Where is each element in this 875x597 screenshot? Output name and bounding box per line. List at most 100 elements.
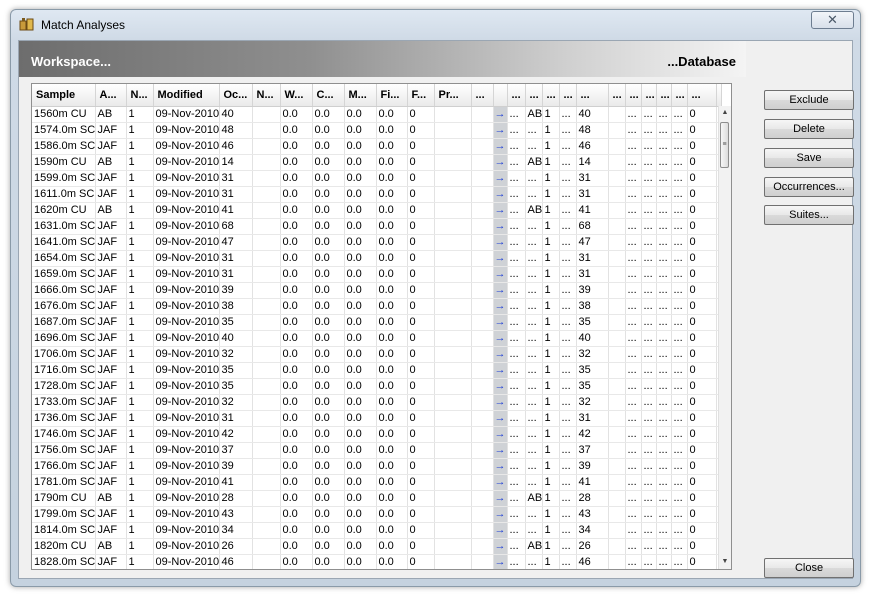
table-row[interactable]: 1590m CU AB 1 09-Nov-2010 14 0.0 0.0 0.0 0.0 0 →..… xyxy=(32,154,722,171)
match-arrow-icon: → xyxy=(493,378,508,395)
table-cell: ... xyxy=(525,410,543,427)
table-cell: 0.0 xyxy=(280,122,313,139)
save-button[interactable]: Save xyxy=(764,148,854,168)
table-row[interactable]: 1620m CU AB 1 09-Nov-2010 41 0.0 0.0 0.0 0.0 0 →..… xyxy=(32,202,722,219)
exclude-button[interactable]: Exclude xyxy=(764,90,854,110)
table-cell: ... xyxy=(625,250,642,267)
table-row[interactable]: 1599.0m SC JAF 1 09-Nov-2010 31 0.0 0.0 0.0 0.0 0… xyxy=(32,170,722,187)
table-row[interactable]: 1676.0m SC JAF 1 09-Nov-2010 38 0.0 0.0 0.0 0.0 0… xyxy=(32,298,722,315)
table-row[interactable]: 1586.0m SC JAF 1 09-Nov-2010 46 0.0 0.0 0.0 0.0 0… xyxy=(32,138,722,155)
table-cell: 32 xyxy=(219,346,253,363)
scroll-up-icon[interactable]: ▲ xyxy=(719,106,731,120)
column-header[interactable]: N... xyxy=(126,84,154,107)
table-row[interactable]: 1781.0m SC JAF 1 09-Nov-2010 41 0.0 0.0 0.0 0.0 0… xyxy=(32,474,722,491)
column-header[interactable] xyxy=(716,84,722,107)
delete-button[interactable]: Delete xyxy=(764,119,854,139)
column-header[interactable] xyxy=(493,84,508,107)
table-cell: 0.0 xyxy=(280,266,313,283)
table-row[interactable]: 1814.0m SC JAF 1 09-Nov-2010 34 0.0 0.0 0.0 0.0 0… xyxy=(32,522,722,539)
table-row[interactable]: 1659.0m SC JAF 1 09-Nov-2010 31 0.0 0.0 0.0 0.0 0… xyxy=(32,266,722,283)
table-cell: JAF xyxy=(95,266,127,283)
column-header[interactable]: W... xyxy=(280,84,313,107)
table-row[interactable]: 1736.0m SC JAF 1 09-Nov-2010 31 0.0 0.0 0.0 0.0 0… xyxy=(32,410,722,427)
table-row[interactable]: 1766.0m SC JAF 1 09-Nov-2010 39 0.0 0.0 0.0 0.0 0… xyxy=(32,458,722,475)
column-header[interactable]: M... xyxy=(344,84,377,107)
table-cell xyxy=(252,186,281,203)
match-arrow-icon: → xyxy=(493,506,508,523)
table-row[interactable]: 1666.0m SC JAF 1 09-Nov-2010 39 0.0 0.0 0.0 0.0 0… xyxy=(32,282,722,299)
table-cell: 47 xyxy=(576,234,609,251)
table-row[interactable]: 1574.0m SC JAF 1 09-Nov-2010 48 0.0 0.0 0.0 0.0 0… xyxy=(32,122,722,139)
column-header[interactable]: ... xyxy=(576,84,609,107)
table-row[interactable]: 1687.0m SC JAF 1 09-Nov-2010 35 0.0 0.0 0.0 0.0 0… xyxy=(32,314,722,331)
column-header[interactable]: ... xyxy=(608,84,626,107)
match-arrow-icon: → xyxy=(493,490,508,507)
table-row[interactable]: 1728.0m SC JAF 1 09-Nov-2010 35 0.0 0.0 0.0 0.0 0… xyxy=(32,378,722,395)
table-cell: ... xyxy=(507,378,526,395)
column-header[interactable]: Pr... xyxy=(434,84,472,107)
table-cell: ... xyxy=(625,266,642,283)
table-cell: 1 xyxy=(126,554,154,569)
table-cell: 09-Nov-2010 xyxy=(153,266,220,283)
column-header[interactable]: A... xyxy=(95,84,127,107)
table-cell: ... xyxy=(559,522,577,539)
vertical-scrollbar[interactable]: ▲ ≡ ▼ xyxy=(718,106,731,569)
column-header[interactable]: ... xyxy=(625,84,642,107)
column-header[interactable]: Fi... xyxy=(376,84,408,107)
column-header[interactable]: F... xyxy=(407,84,435,107)
suites-button[interactable]: Suites... xyxy=(764,205,854,225)
table-cell xyxy=(608,506,626,523)
table-cell: 37 xyxy=(576,442,609,459)
table-row[interactable]: 1790m CU AB 1 09-Nov-2010 28 0.0 0.0 0.0 0.0 0 →..… xyxy=(32,490,722,507)
table-row[interactable]: 1716.0m SC JAF 1 09-Nov-2010 35 0.0 0.0 0.0 0.0 0… xyxy=(32,362,722,379)
table-row[interactable]: 1820m CU AB 1 09-Nov-2010 26 0.0 0.0 0.0 0.0 0 →..… xyxy=(32,538,722,555)
table-cell: 0.0 xyxy=(312,154,345,171)
analyses-grid[interactable]: Sample A... N... Modified Oc... N... W... C... M… xyxy=(31,83,732,570)
table-row[interactable]: 1746.0m SC JAF 1 09-Nov-2010 42 0.0 0.0 0.0 0.0 0… xyxy=(32,426,722,443)
table-row[interactable]: 1733.0m SC JAF 1 09-Nov-2010 32 0.0 0.0 0.0 0.0 0… xyxy=(32,394,722,411)
column-header[interactable]: ... xyxy=(559,84,577,107)
table-row[interactable]: 1799.0m SC JAF 1 09-Nov-2010 43 0.0 0.0 0.0 0.0 0… xyxy=(32,506,722,523)
table-cell: ... xyxy=(559,314,577,331)
table-row[interactable]: 1611.0m SC JAF 1 09-Nov-2010 31 0.0 0.0 0.0 0.0 0… xyxy=(32,186,722,203)
table-cell xyxy=(252,474,281,491)
table-row[interactable]: 1560m CU AB 1 09-Nov-2010 40 0.0 0.0 0.0 0.0 0 →..… xyxy=(32,106,722,123)
table-cell: ... xyxy=(656,330,672,347)
window-close-button[interactable]: ✕ xyxy=(811,11,854,29)
table-cell: 0.0 xyxy=(312,378,345,395)
table-cell: ... xyxy=(559,378,577,395)
column-header[interactable]: C... xyxy=(312,84,345,107)
table-cell: 0.0 xyxy=(344,490,377,507)
table-row[interactable]: 1631.0m SC JAF 1 09-Nov-2010 68 0.0 0.0 0.0 0.0 0… xyxy=(32,218,722,235)
column-header[interactable]: Sample xyxy=(32,84,96,107)
occurrences-button[interactable]: Occurrences... xyxy=(764,177,854,197)
table-row[interactable]: 1828.0m SC JAF 1 09-Nov-2010 46 0.0 0.0 0.0 0.0 0… xyxy=(32,554,722,569)
table-cell xyxy=(471,458,494,475)
table-cell: 0 xyxy=(687,122,717,139)
close-button[interactable]: Close xyxy=(764,558,854,578)
table-row[interactable]: 1654.0m SC JAF 1 09-Nov-2010 31 0.0 0.0 0.0 0.0 0… xyxy=(32,250,722,267)
column-header[interactable]: ... xyxy=(507,84,526,107)
table-row[interactable]: 1641.0m SC JAF 1 09-Nov-2010 47 0.0 0.0 0.0 0.0 0… xyxy=(32,234,722,251)
column-header[interactable]: ... xyxy=(687,84,717,107)
column-header[interactable]: N... xyxy=(252,84,281,107)
table-row[interactable]: 1756.0m SC JAF 1 09-Nov-2010 37 0.0 0.0 0.0 0.0 0… xyxy=(32,442,722,459)
table-cell: JAF xyxy=(95,298,127,315)
scroll-thumb[interactable]: ≡ xyxy=(720,122,729,168)
match-arrow-icon: → xyxy=(493,426,508,443)
column-header[interactable]: ... xyxy=(656,84,672,107)
column-header[interactable]: Modified xyxy=(153,84,220,107)
scroll-down-icon[interactable]: ▼ xyxy=(719,555,731,569)
column-header[interactable]: Oc... xyxy=(219,84,253,107)
column-header[interactable]: ... xyxy=(671,84,688,107)
column-header[interactable]: ... xyxy=(525,84,543,107)
table-cell: ... xyxy=(525,218,543,235)
column-header[interactable]: ... xyxy=(471,84,494,107)
table-cell: ... xyxy=(656,474,672,491)
table-row[interactable]: 1706.0m SC JAF 1 09-Nov-2010 32 0.0 0.0 0.0 0.0 0… xyxy=(32,346,722,363)
column-header[interactable]: ... xyxy=(641,84,657,107)
column-header[interactable]: ... xyxy=(542,84,560,107)
table-row[interactable]: 1696.0m SC JAF 1 09-Nov-2010 40 0.0 0.0 0.0 0.0 0… xyxy=(32,330,722,347)
table-cell: ... xyxy=(641,330,657,347)
table-cell xyxy=(434,122,472,139)
